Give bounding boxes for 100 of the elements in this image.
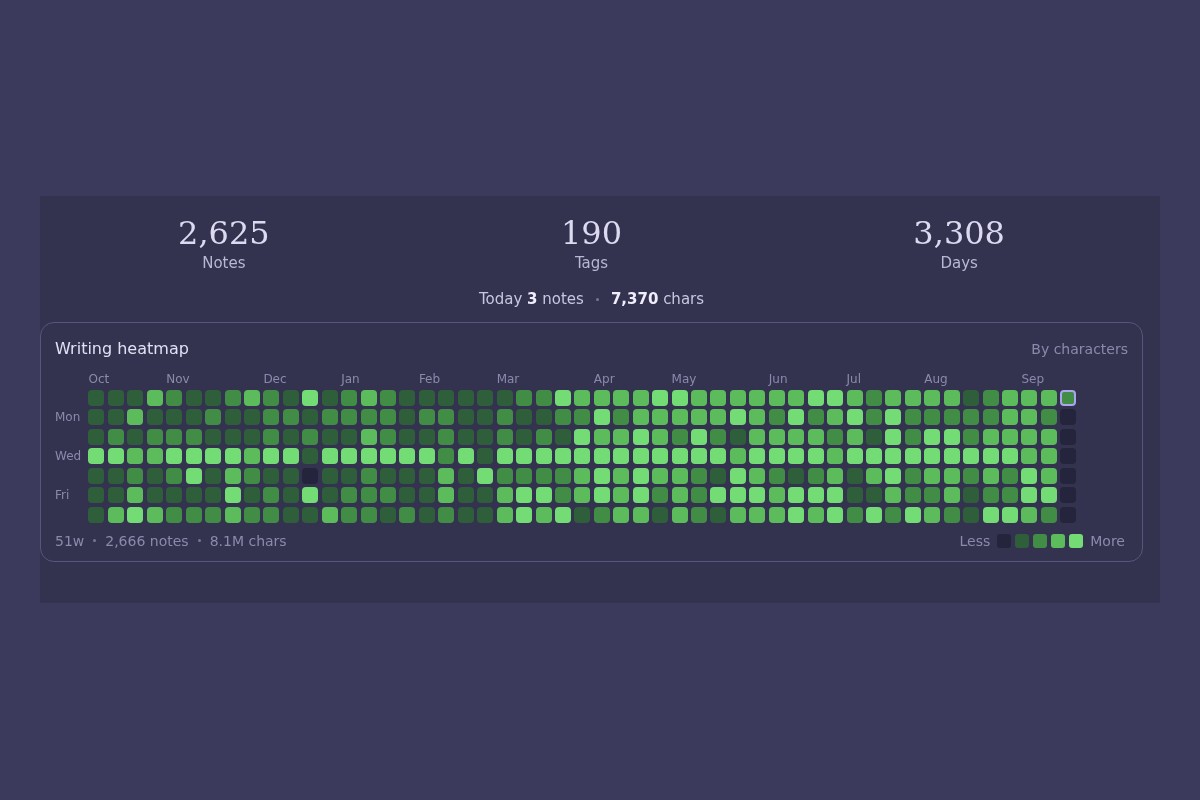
heatmap-cell[interactable]	[846, 389, 863, 406]
heatmap-cell[interactable]	[807, 389, 824, 406]
heatmap-cell[interactable]	[457, 448, 474, 465]
heatmap-cell[interactable]	[749, 487, 766, 504]
heatmap-cell[interactable]	[185, 409, 202, 426]
heatmap-cell[interactable]	[302, 389, 319, 406]
heatmap-cell[interactable]	[146, 487, 163, 504]
heatmap-cell[interactable]	[185, 428, 202, 445]
heatmap-cell[interactable]	[827, 487, 844, 504]
heatmap-cell[interactable]	[768, 428, 785, 445]
heatmap-cell[interactable]	[963, 448, 980, 465]
heatmap-cell[interactable]	[1002, 389, 1018, 406]
heatmap-cell[interactable]	[185, 506, 202, 523]
heatmap-cell[interactable]	[496, 428, 513, 445]
heatmap-cell[interactable]	[399, 487, 416, 504]
heatmap-cell[interactable]	[1040, 428, 1057, 445]
heatmap-cell[interactable]	[282, 487, 299, 504]
heatmap-cell[interactable]	[963, 409, 980, 426]
heatmap-cell[interactable]	[399, 467, 416, 484]
heatmap-cell[interactable]	[496, 506, 513, 523]
heatmap-cell[interactable]	[729, 389, 746, 406]
heatmap-cell[interactable]	[166, 506, 183, 523]
heatmap-cell[interactable]	[554, 428, 571, 445]
heatmap-cell[interactable]	[982, 467, 999, 484]
heatmap-cell[interactable]	[360, 448, 377, 465]
heatmap-cell[interactable]	[768, 409, 785, 426]
heatmap-cell[interactable]	[885, 487, 902, 504]
heatmap-cell[interactable]	[88, 487, 105, 504]
heatmap-cell[interactable]	[399, 506, 416, 523]
heatmap-cell[interactable]	[535, 506, 552, 523]
heatmap-cell[interactable]	[516, 409, 533, 426]
heatmap-cell[interactable]	[107, 448, 124, 465]
heatmap-cell[interactable]	[768, 506, 785, 523]
heatmap-cell[interactable]	[127, 506, 144, 523]
heatmap-cell[interactable]	[924, 487, 941, 504]
heatmap-cell[interactable]	[282, 428, 299, 445]
heatmap-cell[interactable]	[263, 506, 280, 523]
heatmap-cell[interactable]	[885, 506, 902, 523]
heatmap-cell[interactable]	[593, 467, 610, 484]
heatmap-cell[interactable]	[341, 506, 358, 523]
heatmap-cell[interactable]	[185, 448, 202, 465]
heatmap-cell[interactable]	[807, 506, 824, 523]
heatmap-cell[interactable]	[768, 467, 785, 484]
heatmap-cell[interactable]	[807, 409, 824, 426]
heatmap-cell[interactable]	[943, 409, 960, 426]
heatmap-cell[interactable]	[496, 487, 513, 504]
heatmap-cell[interactable]	[593, 428, 610, 445]
heatmap-cell[interactable]	[710, 467, 727, 484]
heatmap-cell[interactable]	[243, 467, 260, 484]
heatmap-cell[interactable]	[107, 506, 124, 523]
heatmap-cell[interactable]	[574, 467, 591, 484]
heatmap-cell[interactable]	[963, 467, 980, 484]
heatmap-cell[interactable]	[1040, 467, 1057, 484]
heatmap-cell[interactable]	[380, 506, 396, 523]
heatmap-cell[interactable]	[341, 487, 358, 504]
heatmap-cell[interactable]	[729, 487, 746, 504]
heatmap-cell[interactable]	[788, 428, 805, 445]
heatmap-cell[interactable]	[321, 389, 338, 406]
heatmap-cell[interactable]	[846, 487, 863, 504]
heatmap-cell[interactable]	[263, 389, 280, 406]
heatmap-cell[interactable]	[1002, 448, 1018, 465]
heatmap-cell[interactable]	[418, 428, 435, 445]
heatmap-cell[interactable]	[1002, 428, 1018, 445]
heatmap-cell[interactable]	[652, 448, 669, 465]
heatmap-cell[interactable]	[107, 389, 124, 406]
heatmap-cell[interactable]	[516, 389, 533, 406]
heatmap-cell[interactable]	[282, 467, 299, 484]
heatmap-cell[interactable]	[963, 506, 980, 523]
heatmap-cell[interactable]	[691, 487, 707, 504]
heatmap-cell[interactable]	[360, 506, 377, 523]
heatmap-cell[interactable]	[438, 467, 455, 484]
heatmap-cell[interactable]	[865, 506, 882, 523]
heatmap-cell[interactable]	[554, 448, 571, 465]
heatmap-cell[interactable]	[963, 487, 980, 504]
heatmap-cell[interactable]	[632, 428, 649, 445]
heatmap-cell[interactable]	[1021, 428, 1038, 445]
heatmap-cell[interactable]	[807, 467, 824, 484]
heatmap-cell[interactable]	[593, 409, 610, 426]
heatmap-cell[interactable]	[360, 467, 377, 484]
heatmap-cell[interactable]	[943, 467, 960, 484]
heatmap-cell[interactable]	[535, 389, 552, 406]
heatmap-cell[interactable]	[904, 487, 921, 504]
heatmap-cell[interactable]	[166, 487, 183, 504]
heatmap-cell[interactable]	[943, 389, 960, 406]
heatmap-cell[interactable]	[107, 487, 124, 504]
heatmap-cell[interactable]	[457, 389, 474, 406]
heatmap-cell[interactable]	[904, 506, 921, 523]
heatmap-cell[interactable]	[904, 467, 921, 484]
heatmap-cell[interactable]	[904, 428, 921, 445]
heatmap-cell[interactable]	[418, 448, 435, 465]
heatmap-cell[interactable]	[632, 448, 649, 465]
heatmap-cell[interactable]	[166, 428, 183, 445]
heatmap-cell[interactable]	[788, 487, 805, 504]
heatmap-cell[interactable]	[632, 389, 649, 406]
heatmap-cell[interactable]	[127, 409, 144, 426]
heatmap-cell[interactable]	[418, 487, 435, 504]
heatmap-cell[interactable]	[574, 448, 591, 465]
heatmap-cell[interactable]	[554, 389, 571, 406]
heatmap-cell[interactable]	[924, 506, 941, 523]
heatmap-cell[interactable]	[263, 448, 280, 465]
